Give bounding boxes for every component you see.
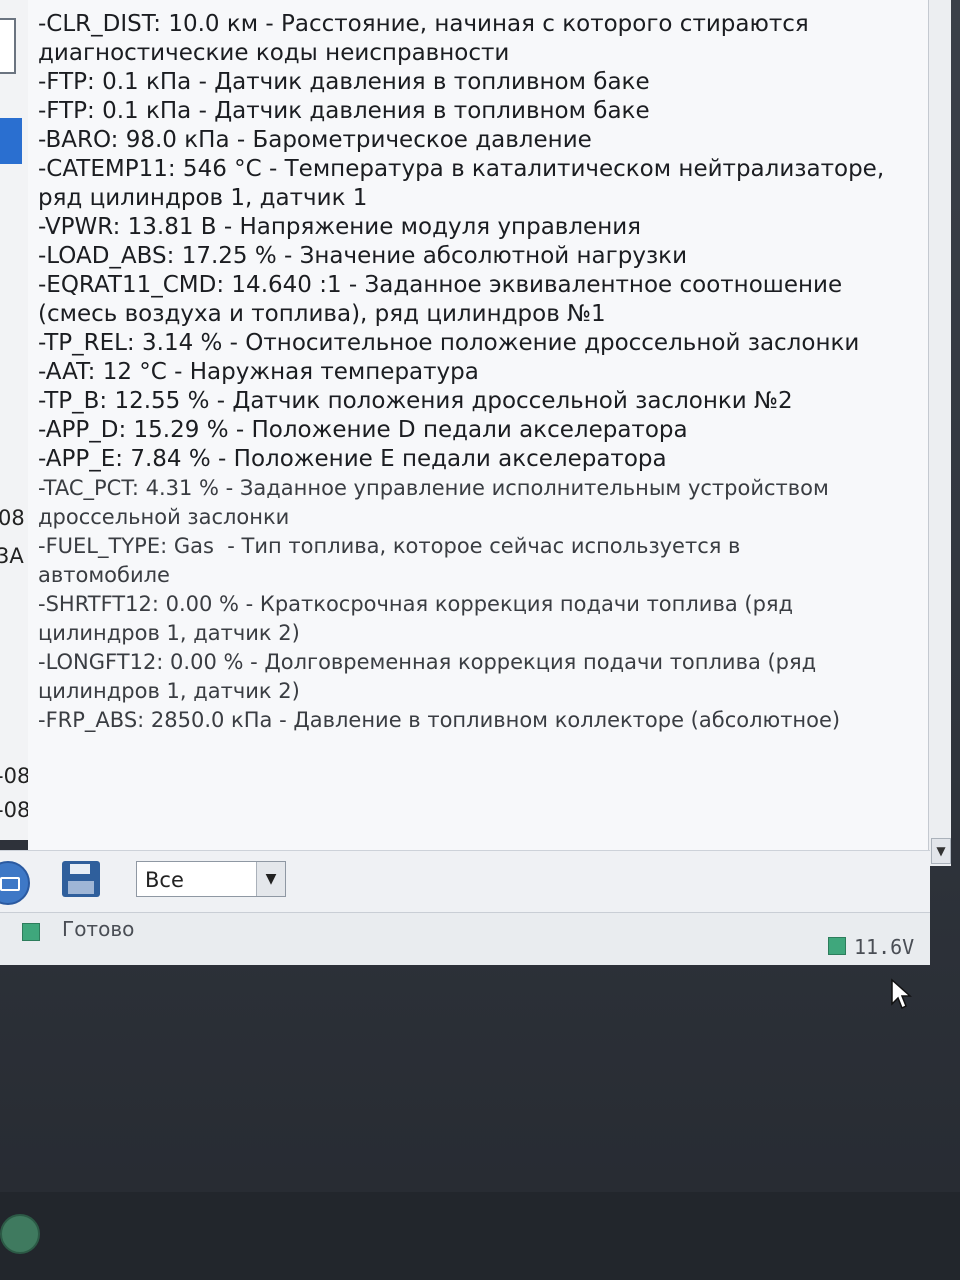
log-scrollbar[interactable]: ▼ [928, 0, 951, 866]
log-line: -LONGFT12: 0.00 % - Долговременная корре… [38, 650, 817, 674]
log-line: -CLR_DIST: 10.0 км - Расстояние, начиная… [38, 11, 809, 37]
log-line: цилиндров 1, датчик 2) [38, 679, 300, 703]
left-fragment-1: 08 [0, 506, 25, 530]
log-line: ряд цилиндров 1, датчик 1 [38, 185, 368, 211]
log-line: -LOAD_ABS: 17.25 % - Значение абсолютной… [38, 243, 688, 269]
log-line: -CATEMP11: 546 °C - Температура в катали… [38, 156, 885, 182]
sensor-log-text: -CLR_DIST: 10.0 км - Расстояние, начиная… [34, 10, 918, 735]
chevron-down-icon[interactable]: ▼ [256, 862, 285, 896]
log-line: -FTP: 0.1 кПа - Датчик давления в топлив… [38, 69, 650, 95]
log-line: цилиндров 1, датчик 2) [38, 621, 300, 645]
log-line: -SHRTFT12: 0.00 % - Краткосрочная коррек… [38, 592, 794, 616]
status-indicator-icon [22, 923, 40, 941]
taskbar [0, 1192, 960, 1280]
printer-icon[interactable] [0, 861, 30, 905]
filter-select[interactable]: Все ▼ [136, 861, 286, 897]
log-line: -TP_REL: 3.14 % - Относительное положени… [38, 330, 860, 356]
log-line: (смесь воздуха и топлива), ряд цилиндров… [38, 301, 606, 327]
battery-voltage: 11.6V [854, 935, 915, 959]
floppy-disk-icon[interactable] [62, 861, 100, 897]
log-line: -EQRAT11_CMD: 14.640 :1 - Заданное эквив… [38, 272, 843, 298]
sensor-log-panel[interactable]: -CLR_DIST: 10.0 км - Расстояние, начиная… [28, 0, 951, 866]
log-line: -FUEL_TYPE: Gas - Тип топлива, которое с… [38, 534, 741, 558]
left-panel-frame [0, 18, 16, 74]
status-bar: Готово 11.6V [0, 912, 930, 965]
voltage-indicator-icon [828, 937, 846, 955]
filter-selected-value: Все [145, 868, 184, 892]
mouse-cursor-icon [891, 978, 912, 1010]
toolbar: Все ▼ [0, 850, 930, 913]
left-fragment-2: 3A [0, 544, 24, 568]
log-line: дроссельной заслонки [38, 505, 290, 529]
left-fragment-4: -08 [0, 798, 31, 822]
scroll-down-arrow-icon[interactable]: ▼ [931, 838, 951, 864]
log-line: -APP_E: 7.84 % - Положение E педали аксе… [38, 446, 667, 472]
left-fragment-3: -08 [0, 764, 31, 788]
log-line: -FTP: 0.1 кПа - Датчик давления в топлив… [38, 98, 650, 124]
left-panel: 08 3A -08 -08 [0, 0, 31, 840]
log-line: -VPWR: 13.81 В - Напряжение модуля управ… [38, 214, 642, 240]
log-line: -FRP_ABS: 2850.0 кПа - Давление в топлив… [38, 708, 841, 732]
log-line: автомобиле [38, 563, 170, 587]
status-text: Готово [62, 917, 135, 941]
start-button-icon[interactable] [0, 1214, 40, 1254]
log-line: -AAT: 12 °C - Наружная температура [38, 359, 479, 385]
log-lower-group: -TAC_PCT: 4.31 % - Заданное управление и… [38, 474, 918, 735]
log-line: -BARO: 98.0 кПа - Барометрическое давлен… [38, 127, 592, 153]
log-line: -TAC_PCT: 4.31 % - Заданное управление и… [38, 476, 829, 500]
log-line: -TP_B: 12.55 % - Датчик положения дроссе… [38, 388, 793, 414]
log-line: -APP_D: 15.29 % - Положение D педали акс… [38, 417, 688, 443]
log-line: диагностические коды неисправности [38, 40, 510, 66]
left-panel-selected-row[interactable] [0, 118, 22, 164]
